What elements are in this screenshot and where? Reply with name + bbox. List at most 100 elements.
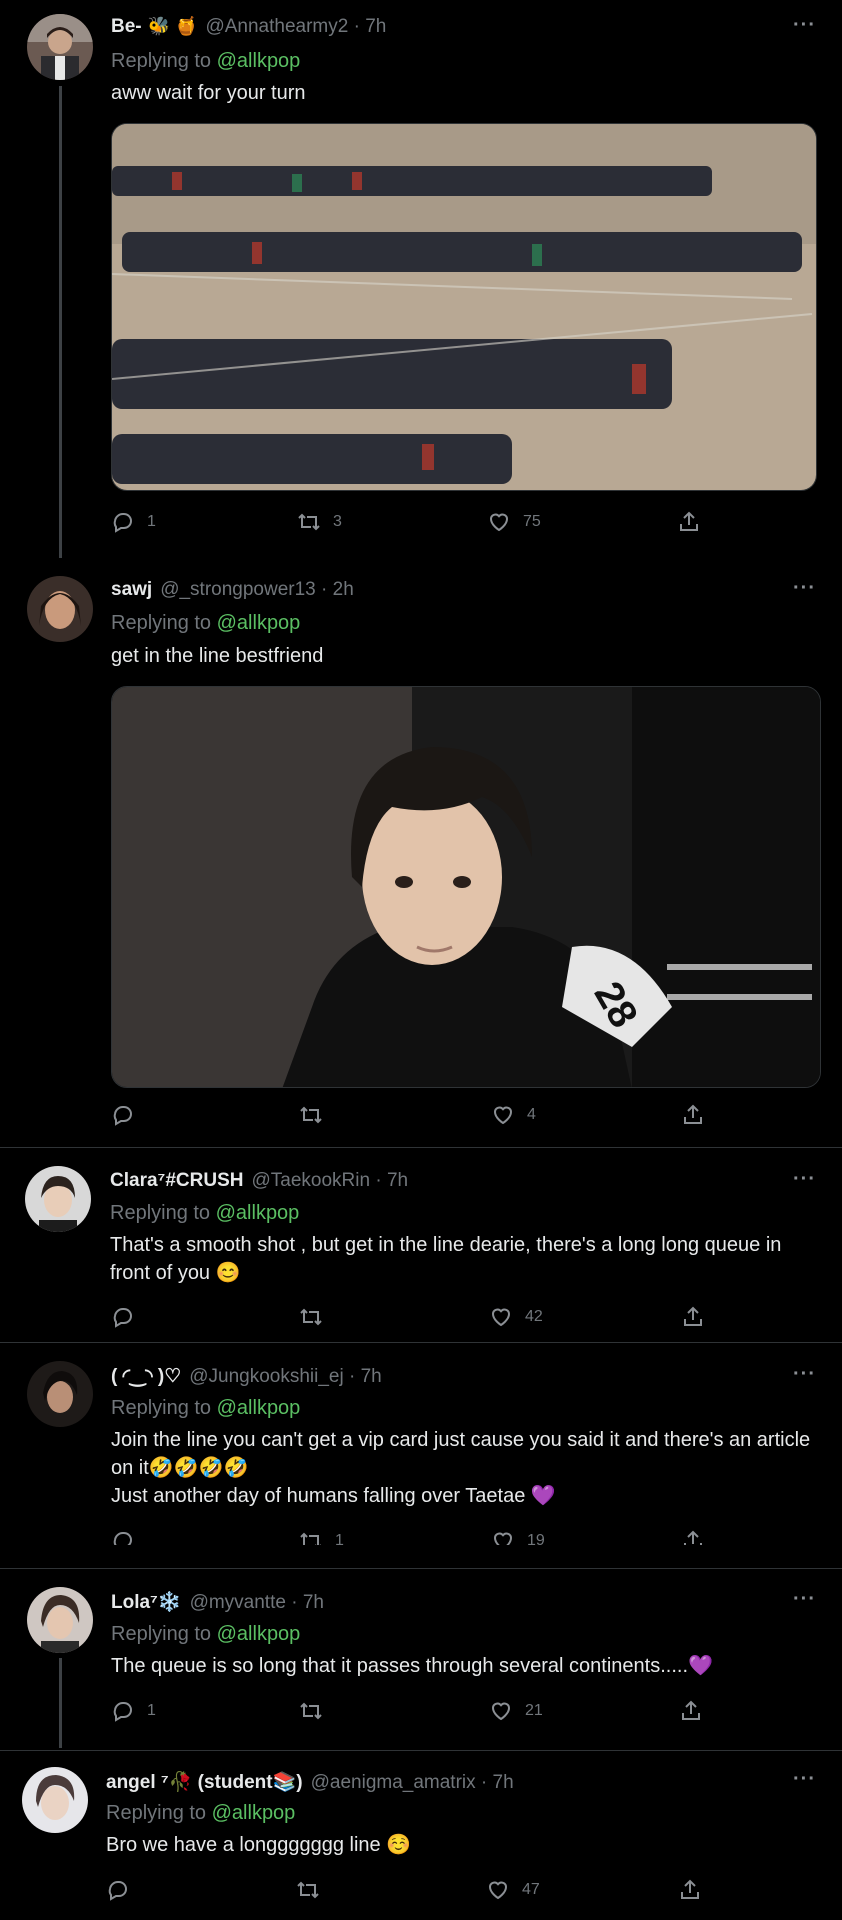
tweet-actions: 4 xyxy=(111,1103,711,1131)
reply-icon xyxy=(113,1531,132,1545)
share-button[interactable] xyxy=(681,1529,705,1545)
avatar[interactable] xyxy=(27,1361,93,1427)
more-options-icon[interactable]: ··· xyxy=(793,1768,816,1791)
reply-button[interactable] xyxy=(111,1103,147,1127)
retweet-icon xyxy=(300,1532,321,1545)
avatar[interactable] xyxy=(27,14,93,80)
like-button[interactable]: 47 xyxy=(486,1878,540,1902)
handle-timestamp[interactable]: @TaekookRin · 7h xyxy=(252,1170,409,1192)
reply-button[interactable]: 1 xyxy=(111,510,156,534)
tweet-header: sawj @_strongpower13 · 2h xyxy=(111,579,354,601)
reply-button[interactable] xyxy=(111,1305,147,1329)
share-icon xyxy=(684,1306,702,1326)
retweet-button[interactable] xyxy=(299,1305,335,1329)
tweet-text-line: Just another day of humans falling over … xyxy=(111,1485,556,1507)
tweet-text: Join the line you can't get a vip card j… xyxy=(111,1429,811,1479)
heart-icon xyxy=(493,1532,513,1545)
tweet-text: Bro we have a longgggggg line ☺️ xyxy=(106,1834,412,1856)
retweet-button[interactable] xyxy=(299,1103,335,1127)
retweet-button[interactable]: 3 xyxy=(297,510,342,534)
mention-link[interactable]: @allkpop xyxy=(217,1397,301,1419)
retweet-button[interactable] xyxy=(296,1878,332,1902)
share-button[interactable] xyxy=(679,1699,703,1723)
more-options-icon[interactable]: ··· xyxy=(793,1588,816,1611)
reply-button[interactable]: 1 xyxy=(111,1699,156,1723)
handle-timestamp[interactable]: @aenigma_amatrix · 7h xyxy=(311,1772,514,1794)
mention-link[interactable]: @allkpop xyxy=(212,1802,296,1824)
tweet-header: angel ⁷🥀 (student📚) @aenigma_amatrix · 7… xyxy=(106,1770,514,1794)
thread-line xyxy=(59,86,62,558)
heart-icon xyxy=(489,513,509,532)
like-button[interactable]: 19 xyxy=(491,1529,545,1545)
more-options-icon[interactable]: ··· xyxy=(793,1363,816,1386)
avatar[interactable] xyxy=(27,576,93,642)
handle-timestamp[interactable]: @Jungkookshii_ej · 7h xyxy=(189,1366,382,1388)
avatar[interactable] xyxy=(25,1166,91,1232)
tweet-image[interactable]: 28 xyxy=(111,686,821,1088)
display-name[interactable]: ( ◜‿◝ )♡ xyxy=(111,1365,181,1388)
display-name[interactable]: Lola⁷❄️ xyxy=(111,1590,182,1614)
display-name[interactable]: angel ⁷🥀 (student📚) xyxy=(106,1770,303,1794)
mention-link[interactable]: @allkpop xyxy=(217,1623,301,1645)
reply-icon xyxy=(113,1105,132,1126)
more-options-icon[interactable]: ··· xyxy=(793,1168,816,1191)
tweet-header: Lola⁷❄️ @myvantte · 7h xyxy=(111,1590,324,1614)
like-button[interactable]: 75 xyxy=(487,510,541,534)
replying-label: Replying to xyxy=(111,1623,212,1645)
reply-button[interactable] xyxy=(106,1878,142,1902)
retweet-icon xyxy=(298,513,320,531)
portrait-image: 28 xyxy=(112,687,820,1087)
like-count: 75 xyxy=(523,513,541,530)
reply-button[interactable] xyxy=(111,1529,147,1545)
display-name[interactable]: Clara⁷#CRUSH xyxy=(110,1170,244,1192)
share-button[interactable] xyxy=(681,1305,705,1329)
share-button[interactable] xyxy=(678,1878,702,1902)
share-icon xyxy=(681,1879,699,1899)
tweet-header: Be- 🐝 🍯 @Annathearmy2 · 7h xyxy=(111,16,386,38)
replying-to: Replying to @allkpop xyxy=(111,1623,300,1646)
display-name[interactable]: sawj xyxy=(111,579,152,601)
share-icon xyxy=(680,511,698,531)
retweet-button[interactable]: 1 xyxy=(299,1529,344,1545)
share-button[interactable] xyxy=(681,1103,705,1127)
mention-link[interactable]: @allkpop xyxy=(217,50,301,72)
tweet-header: ( ◜‿◝ )♡ @Jungkookshii_ej · 7h xyxy=(111,1365,382,1388)
like-button[interactable]: 42 xyxy=(489,1305,543,1329)
mention-link[interactable]: @allkpop xyxy=(216,1202,300,1224)
tweet-actions: 42 xyxy=(111,1305,711,1333)
retweet-icon xyxy=(297,1881,319,1899)
like-button[interactable]: 4 xyxy=(491,1103,536,1127)
avatar[interactable] xyxy=(22,1767,88,1833)
replying-to: Replying to @allkpop xyxy=(111,50,300,73)
replying-label: Replying to xyxy=(110,1202,211,1224)
retweet-count: 3 xyxy=(333,513,342,530)
heart-icon xyxy=(491,1702,511,1721)
reply-icon xyxy=(108,1880,127,1901)
reply-icon xyxy=(113,1701,132,1722)
like-button[interactable]: 21 xyxy=(489,1699,543,1723)
heart-icon xyxy=(488,1881,508,1900)
replying-to: Replying to @allkpop xyxy=(111,612,300,635)
share-icon xyxy=(684,1530,702,1545)
retweet-icon xyxy=(300,1106,322,1124)
retweet-button[interactable] xyxy=(299,1699,335,1723)
replying-label: Replying to xyxy=(111,50,212,72)
tweet-text: aww wait for your turn xyxy=(111,82,306,104)
more-options-icon[interactable]: ··· xyxy=(793,14,816,37)
like-count: 42 xyxy=(525,1308,543,1325)
tweet-image[interactable] xyxy=(111,123,817,491)
display-name[interactable]: Be- xyxy=(111,16,142,38)
like-count: 21 xyxy=(525,1702,543,1719)
mention-link[interactable]: @allkpop xyxy=(217,612,301,634)
handle-timestamp[interactable]: @_strongpower13 · 2h xyxy=(160,579,354,601)
heart-icon xyxy=(493,1106,513,1125)
share-button[interactable] xyxy=(677,510,701,534)
heart-icon xyxy=(491,1308,511,1327)
avatar[interactable] xyxy=(27,1587,93,1653)
more-options-icon[interactable]: ··· xyxy=(793,577,816,600)
name-emojis: 🐝 🍯 xyxy=(147,16,198,36)
replying-label: Replying to xyxy=(111,1397,212,1419)
tweet-divider xyxy=(0,1147,842,1148)
handle-timestamp[interactable]: @Annathearmy2 · 7h xyxy=(205,16,386,38)
handle-timestamp[interactable]: @myvantte · 7h xyxy=(190,1592,324,1614)
